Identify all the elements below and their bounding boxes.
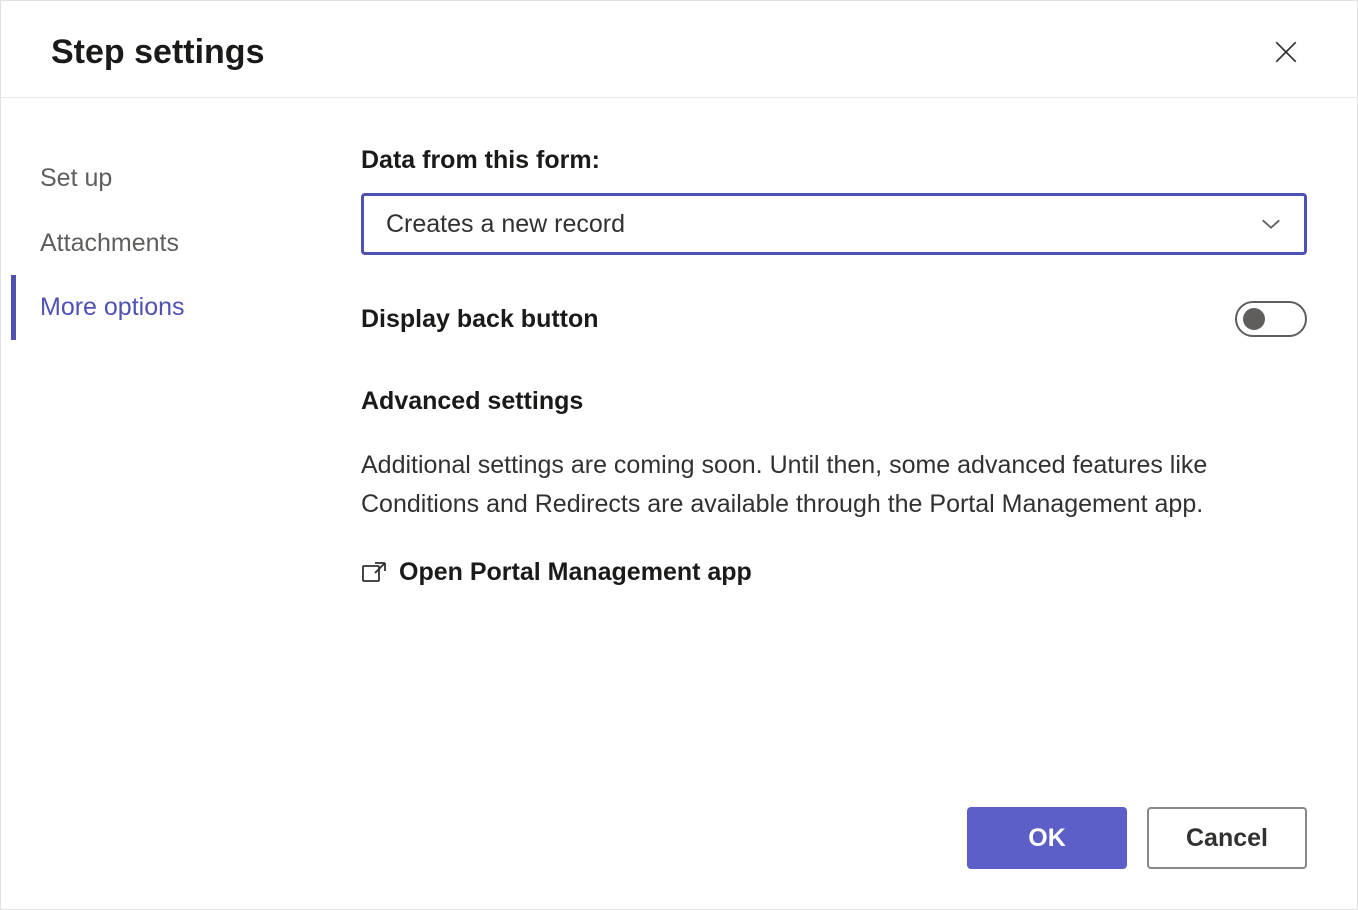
sidebar-item-attachments[interactable]: Attachments	[11, 211, 361, 276]
dialog-title: Step settings	[51, 33, 264, 72]
cancel-button[interactable]: Cancel	[1147, 807, 1307, 869]
sidebar-item-label: Attachments	[40, 229, 179, 257]
sidebar-item-label: More options	[40, 293, 185, 321]
step-settings-dialog: Step settings Set up Attachments More op…	[0, 0, 1358, 910]
advanced-settings-heading: Advanced settings	[361, 387, 1307, 416]
sidebar-item-setup[interactable]: Set up	[11, 146, 361, 211]
content-panel: Data from this form: Creates a new recor…	[361, 146, 1357, 807]
ok-button[interactable]: OK	[967, 807, 1127, 869]
dialog-header: Step settings	[1, 1, 1357, 98]
dialog-footer: OK Cancel	[1, 807, 1357, 909]
display-back-row: Display back button	[361, 301, 1307, 337]
toggle-knob	[1243, 308, 1265, 330]
data-from-form-select-wrap: Creates a new record	[361, 193, 1307, 255]
open-portal-management-link[interactable]: Open Portal Management app	[361, 558, 1307, 587]
advanced-settings-description: Additional settings are coming soon. Unt…	[361, 446, 1307, 524]
portal-link-label: Open Portal Management app	[399, 558, 752, 587]
select-value: Creates a new record	[386, 210, 625, 239]
display-back-label: Display back button	[361, 305, 599, 334]
external-link-icon	[361, 561, 387, 583]
dialog-body: Set up Attachments More options Data fro…	[1, 98, 1357, 807]
close-button[interactable]	[1265, 31, 1307, 73]
close-icon	[1273, 39, 1299, 65]
chevron-down-icon	[1260, 217, 1282, 231]
sidebar-item-more-options[interactable]: More options	[11, 275, 361, 340]
data-from-form-label: Data from this form:	[361, 146, 1307, 175]
display-back-toggle[interactable]	[1235, 301, 1307, 337]
data-from-form-select[interactable]: Creates a new record	[361, 193, 1307, 255]
sidebar-item-label: Set up	[40, 164, 112, 192]
sidebar: Set up Attachments More options	[1, 146, 361, 807]
